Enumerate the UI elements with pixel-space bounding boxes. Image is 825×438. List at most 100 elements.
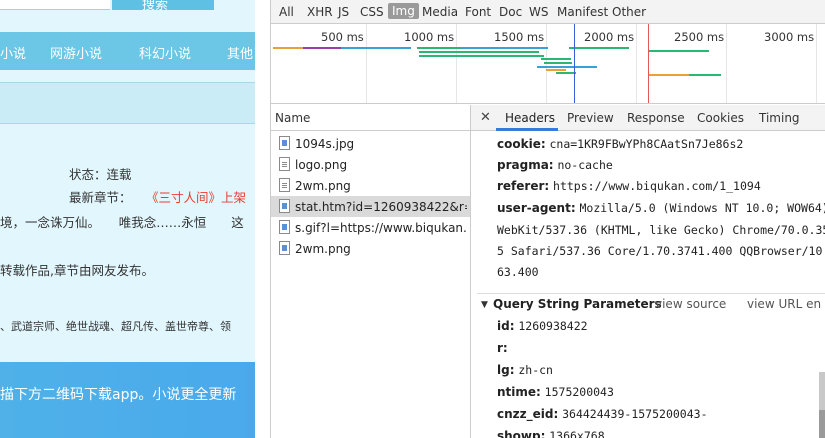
- request-bar: [541, 58, 571, 60]
- image-file-icon: [279, 241, 290, 255]
- headers-panel: cookie: cna=1KR9FBwYPh8CAatSn7Je86s2 pra…: [471, 131, 825, 438]
- nav-item[interactable]: 科幻小说: [139, 43, 191, 62]
- timeline-overview[interactable]: 500 ms 1000 ms 1500 ms 2000 ms 2500 ms 3…: [271, 24, 825, 104]
- filter-js[interactable]: JS: [338, 5, 349, 19]
- tick-line: [636, 24, 637, 103]
- filter-doc[interactable]: Doc: [499, 5, 522, 19]
- request-row[interactable]: logo.png: [271, 154, 470, 175]
- param-key: id:: [497, 319, 515, 333]
- request-list: 1094s.jpg logo.png 2wm.png stat.htm?id=1…: [271, 131, 471, 438]
- tick-line: [546, 24, 547, 103]
- tab-cookies[interactable]: Cookies: [697, 111, 744, 125]
- expand-triangle-icon[interactable]: ▼: [481, 300, 488, 310]
- header-value: Mozilla/5.0 (Windows NT 10.0; WOW64): [579, 201, 825, 215]
- nav-item[interactable]: 网游小说: [50, 43, 102, 62]
- request-bar: [544, 62, 572, 64]
- search-input[interactable]: [0, 0, 110, 10]
- param-row: id: 1260938422: [497, 319, 588, 333]
- param-value: zh-cn: [518, 363, 553, 377]
- name-column-header[interactable]: Name: [271, 105, 471, 131]
- tick-line: [456, 24, 457, 103]
- request-name: logo.png: [295, 158, 348, 172]
- tick-label: 2500 ms: [674, 30, 725, 44]
- header-value: cna=1KR9FBwYPh8CAatSn7Je86s2: [549, 137, 744, 151]
- dom-content-loaded-marker: [574, 24, 575, 103]
- tab-preview[interactable]: Preview: [567, 111, 614, 125]
- request-bar: [417, 47, 461, 49]
- request-row[interactable]: s.gif?l=https://www.biqukan.c...: [271, 217, 470, 238]
- request-bar: [546, 69, 566, 71]
- header-row: pragma: no-cache: [497, 158, 613, 172]
- section-title: Query String Parameters: [493, 297, 662, 311]
- view-source-link[interactable]: view source: [655, 297, 726, 311]
- name-column-label: Name: [275, 111, 311, 125]
- nav-item[interactable]: 其他: [227, 43, 253, 62]
- filter-ws[interactable]: WS: [529, 5, 548, 19]
- header-value-continued: 5 Safari/537.36 Core/1.70.3741.400 QQBro…: [497, 244, 823, 258]
- book-intro: 境，一念诛万仙。 唯我念……永恒 这: [0, 215, 244, 230]
- request-bar: [569, 47, 629, 49]
- request-bar: [537, 66, 597, 68]
- header-value-continued: WebKit/537.36 (KHTML, like Gecko) Chrome…: [497, 223, 825, 237]
- tab-headers[interactable]: Headers: [505, 111, 555, 125]
- app-download-text: 描下方二维码下载app。小说更全更新: [0, 387, 237, 403]
- scrollbar[interactable]: [819, 372, 825, 438]
- request-bar: [649, 50, 709, 52]
- devtools-network-panel: All XHR JS CSS Img Media Font Doc WS Man…: [270, 0, 825, 438]
- param-value: 1575200043: [544, 385, 614, 399]
- book-status: 状态：连载: [69, 167, 132, 182]
- request-row[interactable]: 1094s.jpg: [271, 133, 470, 154]
- request-row[interactable]: 2wm.png: [271, 238, 470, 259]
- search-button[interactable]: 搜索: [112, 0, 214, 13]
- header-key: cookie:: [497, 137, 546, 151]
- tick-label: 1500 ms: [494, 30, 545, 44]
- tick-label: 3000 ms: [764, 30, 815, 44]
- param-key: lg:: [497, 363, 515, 377]
- request-name: 2wm.png: [295, 242, 351, 256]
- nav-item[interactable]: 小说: [0, 43, 26, 62]
- header-row: user-agent: Mozilla/5.0 (Windows NT 10.0…: [497, 201, 825, 215]
- image-file-icon: [279, 199, 290, 213]
- param-row: cnzz_eid: 364424439-1575200043-: [497, 407, 708, 421]
- param-row: showp: 1366x768: [497, 429, 605, 438]
- request-row-selected[interactable]: stat.htm?id=1260938422&r=&...: [271, 196, 470, 217]
- latest-chapter-label: 最新章节：: [69, 190, 132, 205]
- param-value: 364424439-1575200043-: [562, 407, 708, 421]
- filter-manifest[interactable]: Manifest: [557, 5, 608, 19]
- tick-label: 1000 ms: [404, 30, 455, 44]
- close-icon[interactable]: ✕: [480, 110, 491, 125]
- header-row: referer: https://www.biqukan.com/1_1094: [497, 179, 761, 193]
- tab-timing[interactable]: Timing: [759, 111, 800, 125]
- related-books[interactable]: 、武道宗师、绝世战魂、超凡传、盖世帝尊、领: [0, 318, 231, 334]
- view-url-encoded-link[interactable]: view URL en: [747, 297, 821, 311]
- request-bar: [303, 47, 341, 49]
- app-download-banner: 描下方二维码下载app。小说更全更新: [0, 362, 255, 438]
- tick-label: 2000 ms: [584, 30, 635, 44]
- scrollbar-thumb[interactable]: [819, 410, 825, 438]
- tick-line: [366, 24, 367, 103]
- header-key: user-agent:: [497, 201, 576, 215]
- param-key: showp:: [497, 429, 546, 438]
- query-string-section[interactable]: ▼ Query String Parameters view source vi…: [477, 293, 825, 311]
- param-value: 1260938422: [518, 319, 588, 333]
- param-key: ntime:: [497, 385, 541, 399]
- param-key: cnzz_eid:: [497, 407, 559, 421]
- filter-css[interactable]: CSS: [360, 5, 384, 19]
- tab-response[interactable]: Response: [627, 111, 685, 125]
- filter-img[interactable]: Img: [388, 3, 419, 19]
- load-marker: [648, 24, 649, 103]
- image-file-icon: [279, 220, 290, 234]
- filter-all[interactable]: All: [279, 5, 294, 19]
- filter-xhr[interactable]: XHR: [307, 5, 333, 19]
- header-row: cookie: cna=1KR9FBwYPh8CAatSn7Je86s2: [497, 137, 743, 151]
- request-row[interactable]: 2wm.png: [271, 175, 470, 196]
- header-value: https://www.biqukan.com/1_1094: [553, 179, 761, 193]
- filter-other[interactable]: Other: [612, 5, 646, 19]
- request-bar: [689, 74, 721, 76]
- filter-font[interactable]: Font: [465, 5, 491, 19]
- param-row: r:: [497, 341, 508, 355]
- website-page: 搜索 小说 网游小说 科幻小说 其他 状态：连载 最新章节： 《三寸人间》上架 …: [0, 0, 255, 438]
- latest-chapter-link[interactable]: 《三寸人间》上架: [146, 187, 246, 206]
- filter-media[interactable]: Media: [422, 5, 458, 19]
- tick-label: 500 ms: [321, 30, 364, 44]
